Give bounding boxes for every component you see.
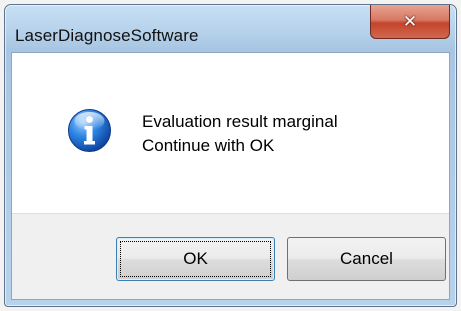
close-button[interactable]: ✕ — [370, 5, 450, 39]
dialog-window: LaserDiagnoseSoftware ✕ Evaluation resul… — [4, 4, 457, 307]
message-text: Evaluation result marginal Continue with… — [142, 110, 338, 158]
dialog-client-area: Evaluation result marginal Continue with… — [11, 52, 450, 300]
message-line-2: Continue with OK — [142, 136, 275, 155]
button-bar: OK Cancel — [12, 213, 449, 299]
message-line-1: Evaluation result marginal — [142, 112, 338, 131]
cancel-button[interactable]: Cancel — [287, 237, 446, 281]
ok-button[interactable]: OK — [116, 237, 275, 281]
information-icon — [68, 109, 111, 152]
close-icon: ✕ — [402, 11, 418, 32]
cancel-button-label: Cancel — [340, 249, 393, 268]
message-area: Evaluation result marginal Continue with… — [12, 53, 449, 213]
focus-ring — [120, 241, 271, 277]
window-title: LaserDiagnoseSoftware — [15, 26, 199, 45]
